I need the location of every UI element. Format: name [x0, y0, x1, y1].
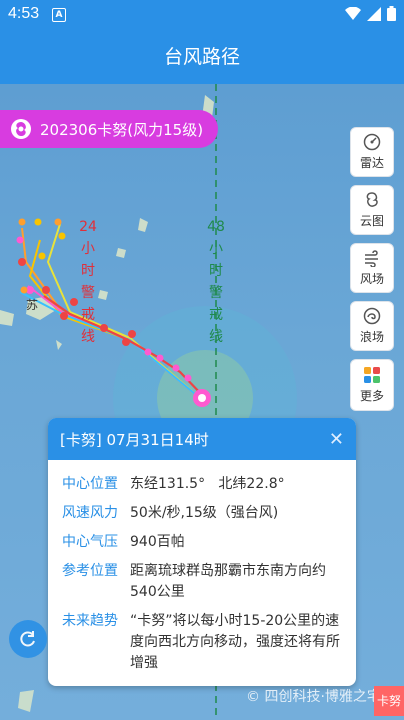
- info-row-position: 中心位置 东经131.5° 北纬22.8°: [62, 476, 285, 492]
- cloud-map-icon: [366, 192, 378, 207]
- wind-field-button[interactable]: 风场: [350, 243, 394, 293]
- island-shape: [138, 218, 148, 232]
- radar-icon: [363, 133, 381, 151]
- info-row-reference: 参考位置 距离琉球群岛那霸市东南方向约540公里: [62, 563, 326, 600]
- island-shape: [18, 690, 34, 712]
- app-bar: 台风路径: [0, 30, 404, 84]
- radar-button[interactable]: 雷达: [350, 127, 394, 177]
- battery-icon: [387, 6, 396, 21]
- more-button[interactable]: 更多: [350, 359, 394, 411]
- typhoon-tag[interactable]: 卡努: [374, 686, 404, 716]
- notification-icon: A: [52, 8, 66, 22]
- island-shape: [98, 290, 108, 300]
- page-title: 台风路径: [163, 46, 240, 68]
- popup-title: [卡努] 07月31日14时: [60, 430, 209, 449]
- typhoon-selector[interactable]: 202306卡努(风力15级): [0, 110, 218, 148]
- island-shape: [116, 248, 126, 258]
- status-icons: [345, 6, 396, 21]
- typhoon-info-popup: [卡努] 07月31日14时 ✕ 中心位置 东经131.5° 北纬22.8° 风…: [48, 418, 356, 686]
- place-label: 苏: [26, 298, 39, 312]
- status-bar: 4:53 A: [0, 0, 404, 30]
- typhoon-icon: [11, 119, 31, 139]
- info-row-wind: 风速风力 50米/秒,15级（强台风): [62, 505, 279, 521]
- typhoon-name: 202306卡努(风力15级): [40, 120, 204, 139]
- wave-field-button[interactable]: 浪场: [350, 301, 394, 351]
- island-shape: [56, 340, 62, 350]
- typhoon-current-icon: [193, 389, 211, 407]
- cloud-map-button[interactable]: 云图: [350, 185, 394, 235]
- island-shape: [0, 310, 14, 326]
- warn-label-24: 24 小 时 警 戒 线: [79, 219, 97, 345]
- refresh-button[interactable]: [9, 620, 47, 658]
- wifi-icon: [345, 6, 361, 20]
- signal-icon: [367, 6, 381, 21]
- wind-field-icon: [365, 250, 378, 267]
- wave-field-icon: [363, 307, 381, 325]
- info-row-trend: 未来趋势 “卡努”将以每小时15-20公里的速度向西北方向移动，强度还将有所增强: [62, 613, 340, 671]
- watermark: © 四创科技·博雅之宅: [246, 689, 381, 705]
- popup-header: [卡努] 07月31日14时 ✕: [48, 418, 356, 460]
- more-grid-icon: [364, 367, 380, 383]
- status-time: 4:53: [8, 5, 40, 22]
- close-icon[interactable]: ✕: [329, 429, 344, 450]
- info-row-pressure: 中心气压 940百帕: [62, 534, 185, 550]
- map-toolbar: 雷达 云图 风场 浪场 更多: [350, 127, 394, 419]
- refresh-icon: [20, 631, 35, 647]
- warn-label-48: 48 小 时 警 戒 线: [207, 219, 225, 345]
